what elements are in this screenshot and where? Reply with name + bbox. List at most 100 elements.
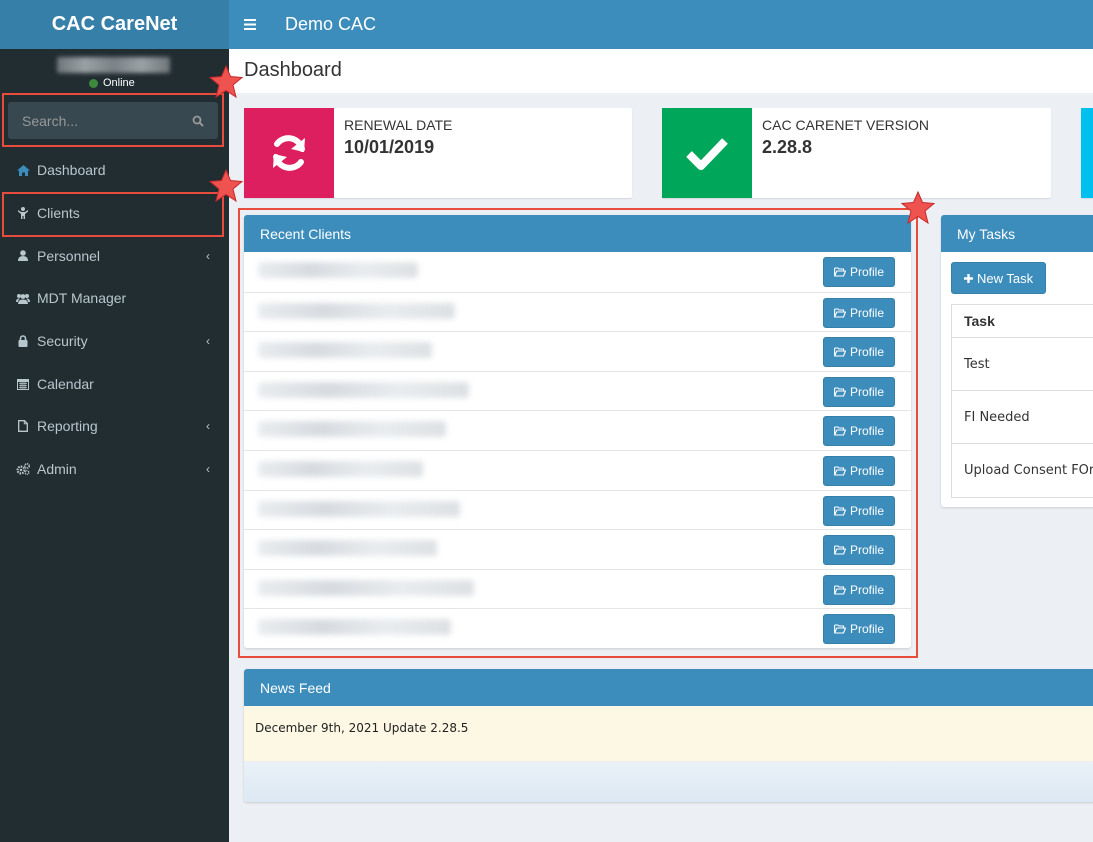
user-panel: Online [0, 49, 229, 94]
sidebar-item-calendar[interactable]: Calendar [0, 362, 229, 405]
sidebar-item-label: Security [37, 333, 88, 350]
profile-button[interactable]: Profile [822, 376, 895, 407]
profile-button[interactable]: Profile [822, 455, 895, 486]
profile-button-label: Profile [849, 503, 884, 518]
users-icon [16, 293, 30, 304]
sidebar-item-label: Personnel [37, 247, 101, 264]
recent-clients-panel: Recent Clients Profile Profile Profile Prof… [244, 215, 911, 648]
client-list: Profile Profile Profile Profile Profile Profi… [244, 252, 911, 648]
folder-open-icon [834, 545, 846, 555]
client-row: Profile [244, 489, 911, 530]
profile-button-label: Profile [849, 582, 884, 597]
calendar-icon [16, 378, 30, 390]
sidebar-search-form [8, 102, 218, 139]
plus-icon [964, 273, 973, 283]
client-row: Profile [244, 291, 911, 332]
online-status-dot [89, 78, 98, 88]
cogs-icon [16, 463, 30, 476]
client-name-redacted [258, 540, 437, 557]
client-row: Profile [244, 529, 911, 569]
profile-button[interactable]: Profile [822, 337, 895, 368]
task-row[interactable]: Test [952, 338, 1093, 391]
sidebar-item-mdt-manager[interactable]: MDT Manager [0, 277, 229, 320]
folder-open-icon [834, 466, 846, 476]
sidebar-item-dashboard[interactable]: Dashboard [0, 149, 229, 192]
hamburger-menu-icon[interactable] [229, 19, 271, 30]
client-row: Profile [244, 608, 911, 648]
client-name-redacted [258, 460, 423, 477]
user-status-label: Online [103, 77, 135, 89]
chevron-left-icon: ‹ [206, 334, 210, 349]
sidebar-item-label: Calendar [37, 375, 94, 392]
info-box-label: RENEWAL DATE [344, 117, 453, 133]
client-row: Profile [244, 370, 911, 411]
client-row: Profile [244, 331, 911, 371]
sidebar-item-clients[interactable]: Clients [0, 192, 229, 235]
task-table: Task Test FI Needed Upload Consent FOrm [951, 304, 1093, 498]
task-row[interactable]: Upload Consent FOrm [952, 444, 1093, 497]
my-tasks-title: My Tasks [957, 225, 1016, 242]
user-icon [16, 250, 30, 262]
sidebar-item-label: Clients [37, 205, 80, 222]
info-box-value: 2.28.8 [762, 137, 813, 157]
home-icon [16, 164, 30, 176]
profile-button[interactable]: Profile [822, 495, 895, 526]
news-entry: December 9th, 2021 Update 2.28.5 [244, 706, 1093, 762]
sidebar-item-label: MDT Manager [37, 290, 127, 307]
profile-button[interactable]: Profile [822, 257, 895, 287]
new-task-button[interactable]: New Task [951, 262, 1047, 294]
organization-name: Demo CAC [285, 14, 377, 34]
chevron-left-icon: ‹ [206, 462, 210, 477]
profile-button-label: Profile [849, 345, 884, 360]
task-column-header: Task [952, 305, 1093, 338]
page-title: Dashboard [244, 59, 342, 81]
client-name-redacted [258, 619, 451, 636]
user-name-redacted [57, 57, 170, 73]
search-input[interactable] [22, 112, 172, 129]
sidebar-item-admin[interactable]: Admin ‹ [0, 448, 229, 491]
sidebar-item-security[interactable]: Security ‹ [0, 320, 229, 363]
task-row[interactable]: FI Needed [952, 391, 1093, 444]
profile-button-label: Profile [849, 424, 884, 439]
recent-clients-title: Recent Clients [260, 225, 352, 242]
folder-open-icon [834, 267, 846, 277]
file-icon [16, 420, 30, 433]
profile-button[interactable]: Profile [822, 574, 895, 605]
chevron-left-icon: ‹ [206, 419, 210, 434]
client-name-redacted [258, 500, 460, 517]
user-status: Online [89, 77, 135, 89]
client-row: Profile [244, 568, 911, 609]
news-feed-panel: News Feed December 9th, 2021 Update 2.28… [244, 669, 1093, 802]
info-box-renewal-date: RENEWAL DATE 10/01/2019 [244, 108, 632, 198]
profile-button[interactable]: Profile [822, 297, 895, 328]
info-box-value: 10/01/2019 [344, 137, 435, 157]
client-name-redacted [258, 302, 455, 319]
client-row: Profile [244, 252, 911, 292]
profile-button[interactable]: Profile [822, 614, 895, 645]
folder-open-icon [834, 308, 846, 318]
client-row: Profile [244, 449, 911, 490]
app-logo[interactable]: CAC CareNet [0, 0, 229, 49]
info-box-label: CAC CARENET VERSION [762, 117, 929, 133]
client-name-redacted [258, 421, 446, 438]
my-tasks-header: My Tasks [941, 215, 1093, 252]
sidebar-item-reporting[interactable]: Reporting ‹ [0, 405, 229, 448]
news-feed-header: News Feed [244, 669, 1093, 706]
client-name-redacted [258, 342, 432, 359]
profile-button[interactable]: Profile [822, 535, 895, 566]
info-box-partial [1081, 108, 1093, 198]
profile-button-label: Profile [849, 384, 884, 399]
new-task-label: New Task [977, 270, 1034, 286]
folder-open-icon [834, 347, 846, 357]
sidebar: CAC CareNet Online Dashboard Clients [0, 0, 229, 842]
profile-button[interactable]: Profile [822, 416, 895, 447]
my-tasks-panel: My Tasks New Task Task Test FI Needed Up… [941, 215, 1093, 507]
sidebar-item-personnel[interactable]: Personnel ‹ [0, 234, 229, 277]
client-name-redacted [258, 262, 418, 278]
profile-button-label: Profile [849, 543, 884, 558]
client-name-redacted [258, 381, 469, 398]
search-icon[interactable] [192, 115, 204, 127]
refresh-icon [244, 108, 334, 198]
folder-open-icon [834, 624, 846, 634]
sidebar-item-label: Admin [37, 461, 77, 478]
